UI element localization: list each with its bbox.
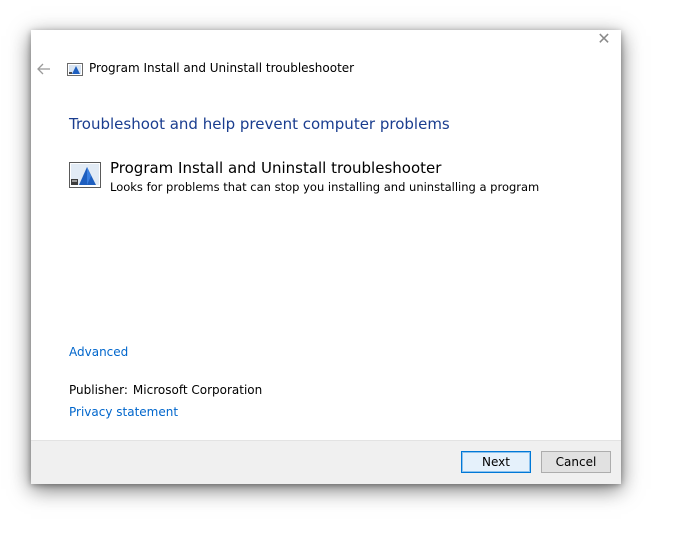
privacy-statement-link[interactable]: Privacy statement — [69, 405, 178, 419]
footer-bar: Next Cancel — [31, 440, 621, 484]
publisher-info: Publisher: Microsoft Corporation — [69, 383, 262, 397]
item-title: Program Install and Uninstall troublesho… — [110, 159, 442, 177]
item-description: Looks for problems that can stop you ins… — [110, 180, 540, 194]
next-button[interactable]: Next — [461, 451, 531, 473]
publisher-label: Publisher: — [69, 383, 128, 397]
troubleshooter-item: Program Install and Uninstall troublesho… — [69, 158, 589, 198]
back-arrow-icon[interactable] — [36, 61, 52, 77]
close-button[interactable]: ✕ — [593, 30, 615, 48]
troubleshooter-window: ✕ Program Install and Uninstall troubles… — [31, 30, 621, 484]
cancel-button[interactable]: Cancel — [541, 451, 611, 473]
window-title: Program Install and Uninstall troublesho… — [89, 61, 355, 75]
page: ✕ Program Install and Uninstall troubles… — [0, 0, 685, 547]
close-icon[interactable]: ✕ — [597, 29, 610, 48]
advanced-link[interactable]: Advanced — [69, 345, 128, 359]
title-bar: Program Install and Uninstall troublesho… — [31, 58, 621, 82]
troubleshooter-icon — [67, 63, 83, 76]
troubleshooter-icon — [69, 162, 101, 188]
page-heading: Troubleshoot and help prevent computer p… — [69, 115, 450, 133]
publisher-value: Microsoft Corporation — [132, 383, 263, 397]
